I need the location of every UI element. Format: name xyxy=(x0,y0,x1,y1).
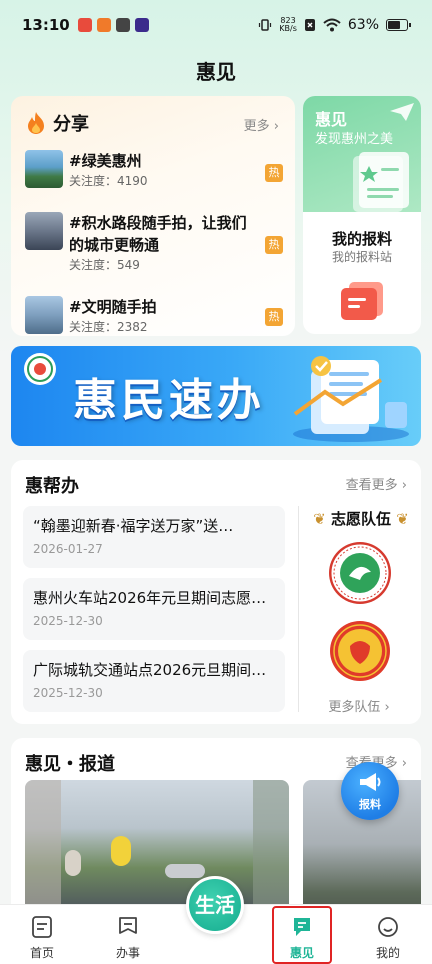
share-more-link[interactable]: 更多 › xyxy=(244,115,279,134)
news-date: 2025-12-30 xyxy=(33,686,103,700)
sim-icon xyxy=(304,19,315,31)
topic-title: #绿美惠州 xyxy=(69,152,142,170)
nav-label: 首页 xyxy=(29,946,54,960)
divider xyxy=(298,506,299,712)
share-card: 分享 更多 › #绿美惠州 关注度：4190 热 #积水路段随手拍，让我们的城市… xyxy=(11,96,295,336)
topic-thumbnail xyxy=(25,212,63,250)
topic-thumbnail xyxy=(25,296,63,334)
flame-icon xyxy=(28,112,44,134)
banner-text: 惠民速办 xyxy=(73,375,265,426)
share-topic-item[interactable]: #绿美惠州 关注度：4190 xyxy=(25,150,257,190)
share-topic-item[interactable]: #文明随手拍 关注度：2382 xyxy=(25,296,257,336)
hot-badge: 热 xyxy=(265,308,283,326)
topic-attention: 关注度：549 xyxy=(69,258,140,272)
battery-icon xyxy=(386,19,411,31)
network-speed: 823 KB/s xyxy=(279,16,297,33)
huimin-banner[interactable]: 惠民速办 xyxy=(11,346,421,446)
active-tab-highlight xyxy=(272,906,332,964)
reports-title: 惠见・报道 xyxy=(25,754,115,775)
volunteer-more-link[interactable]: 更多队伍 › xyxy=(307,696,411,715)
news-date: 2026-01-27 xyxy=(33,542,103,556)
share-title: 分享 xyxy=(53,114,89,135)
wifi-icon xyxy=(323,18,341,32)
help-card: 惠帮办 查看更多 › “翰墨迎新春·福字送万家”送… 2026-01-27 惠州… xyxy=(11,460,421,724)
my-report-title[interactable]: 我的报料 xyxy=(303,228,421,249)
hot-badge: 热 xyxy=(265,236,283,254)
report-fab-button[interactable]: 报料 xyxy=(341,762,399,820)
my-report-subtitle: 我的报料站 xyxy=(331,250,392,264)
help-news-item[interactable]: “翰墨迎新春·福字送万家”送… 2026-01-27 xyxy=(23,506,285,568)
volunteer-team-badge[interactable] xyxy=(329,620,391,682)
bookmark-icon xyxy=(119,917,137,934)
help-title: 惠帮办 xyxy=(25,476,79,497)
status-bar: 13:10 823 KB/s 63% xyxy=(0,0,432,50)
share-topic-item[interactable]: #积水路段随手拍，让我们的城市更畅通 关注度：549 xyxy=(25,212,257,274)
nav-label: 我的 xyxy=(375,946,400,960)
report-folder-icon xyxy=(341,282,383,320)
help-more-link[interactable]: 查看更多 › xyxy=(346,474,407,493)
topic-thumbnail xyxy=(25,150,63,188)
notification-app-icon xyxy=(134,18,149,32)
report-card[interactable]: 惠见 发现惠州之美 我的报料 我的报料站 xyxy=(303,96,421,334)
emblem-icon xyxy=(24,353,56,385)
topic-attention: 关注度：4190 xyxy=(69,174,148,188)
page-title: 惠见 xyxy=(196,60,236,84)
nav-label: 办事 xyxy=(115,946,140,960)
nav-home[interactable]: 首页 xyxy=(12,905,72,964)
news-date: 2025-12-30 xyxy=(33,614,103,628)
topic-attention: 关注度：2382 xyxy=(69,320,148,334)
document-icon xyxy=(353,152,409,212)
notification-app-icon xyxy=(115,18,130,32)
status-time: 13:10 xyxy=(22,16,70,34)
topic-title: #文明随手拍 xyxy=(69,298,157,316)
megaphone-icon xyxy=(360,773,381,791)
discover-slogan: 发现惠州之美 xyxy=(315,132,394,147)
discover-panel[interactable]: 惠见 发现惠州之美 xyxy=(303,96,421,212)
vibrate-icon xyxy=(259,19,272,31)
help-news-item[interactable]: 惠州火车站2026年元旦期间志愿… 2025-12-30 xyxy=(23,578,285,640)
notification-app-icon xyxy=(77,18,92,32)
smiley-icon xyxy=(378,917,398,937)
fab-label: 报料 xyxy=(359,798,381,811)
news-title: 惠州火车站2026年元旦期间志愿… xyxy=(33,589,267,607)
nav-mine[interactable]: 我的 xyxy=(358,905,418,964)
hot-badge: 热 xyxy=(265,164,283,182)
topic-title: #积水路段随手拍，让我们的城市更畅通 xyxy=(69,214,247,254)
volunteer-title: ❦ 志愿队伍 ❦ xyxy=(313,510,409,528)
share-header: 分享 xyxy=(25,110,89,136)
documents-illustration-icon xyxy=(293,356,409,442)
battery-percent: 63% xyxy=(347,17,379,33)
home-doc-icon xyxy=(32,916,52,938)
notification-app-icon xyxy=(96,18,111,32)
nav-life-button[interactable]: 生活 xyxy=(186,876,244,934)
news-title: “翰墨迎新春·福字送万家”送… xyxy=(33,517,234,535)
discover-brand: 惠见 xyxy=(315,110,348,129)
nav-affairs[interactable]: 办事 xyxy=(98,905,158,964)
help-news-item[interactable]: 广际城轨交通站点2026元旦期间… 2025-12-30 xyxy=(23,650,285,712)
paper-plane-icon xyxy=(390,103,414,121)
news-title: 广际城轨交通站点2026元旦期间… xyxy=(33,661,267,679)
volunteer-team-badge[interactable] xyxy=(329,542,391,604)
